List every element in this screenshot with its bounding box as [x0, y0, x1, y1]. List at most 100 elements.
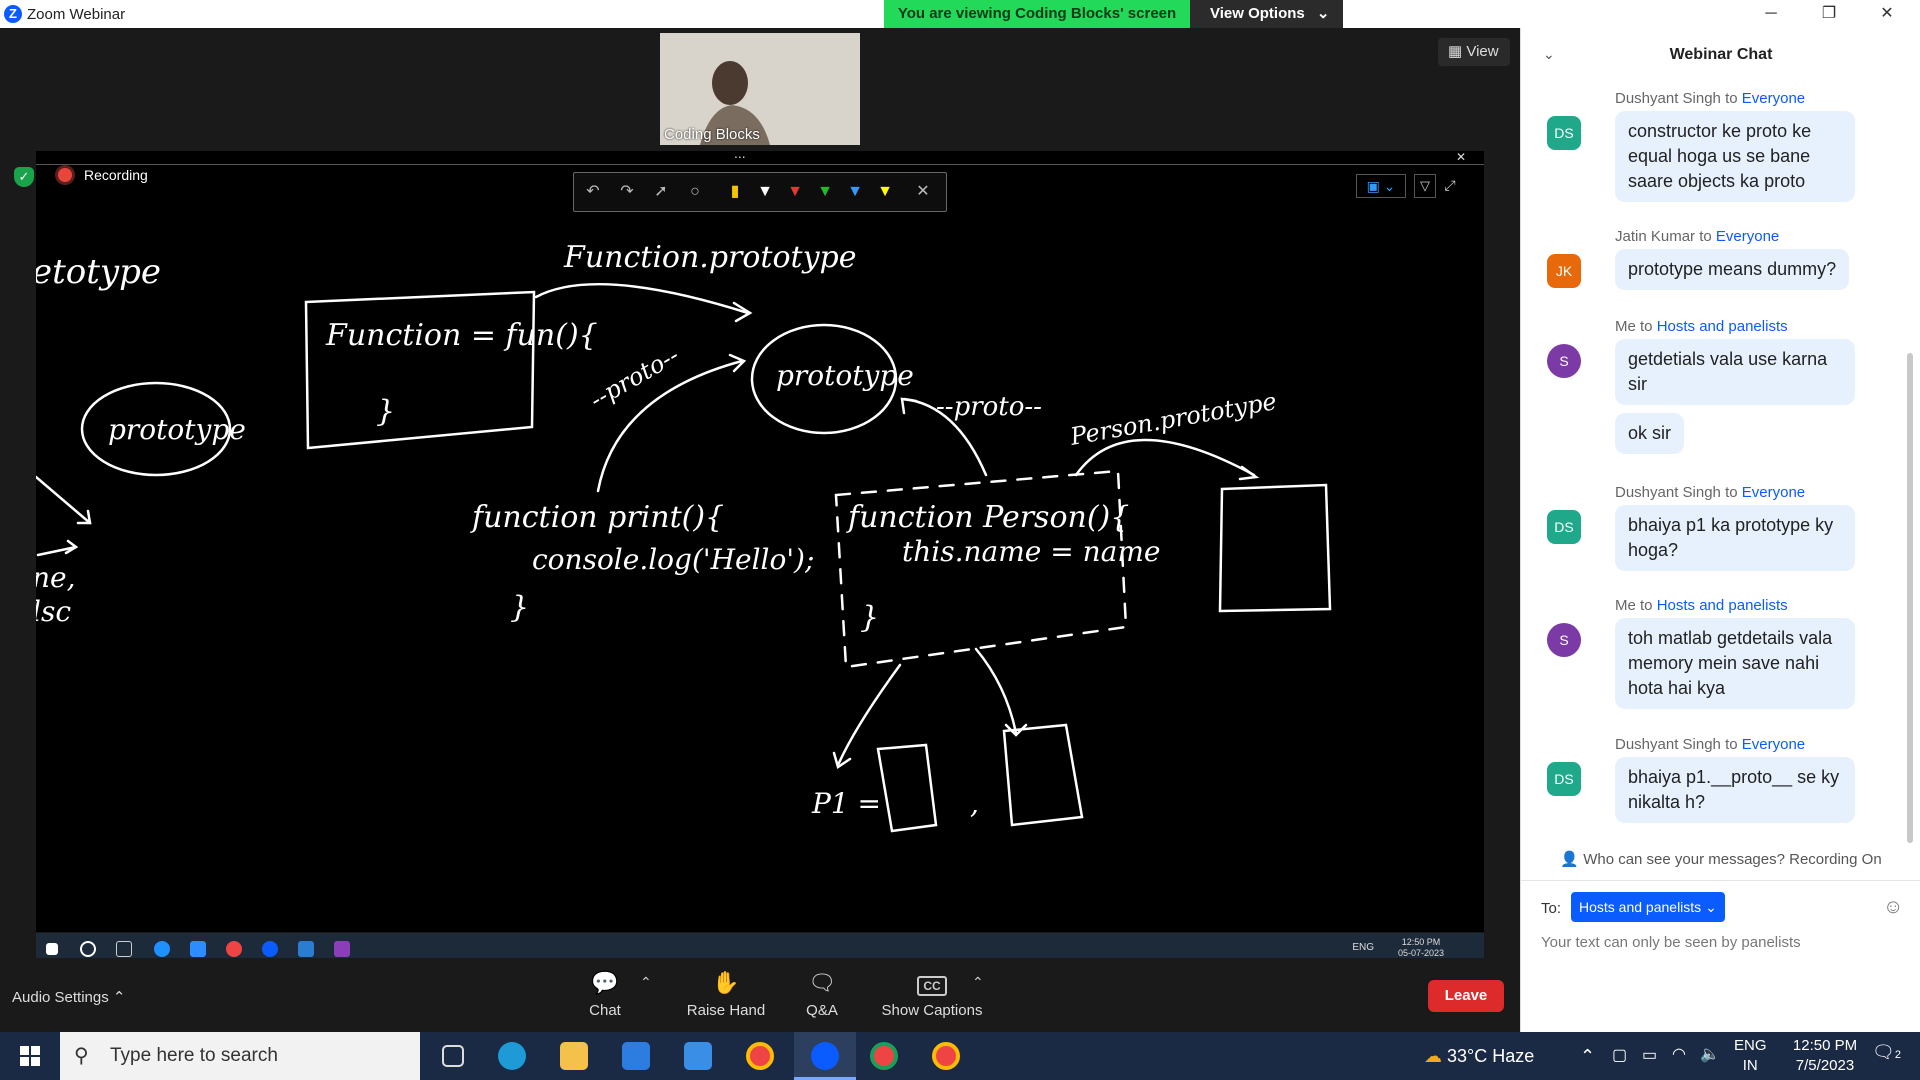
shared-screen: etotype Function.prototype Function = fu… [36, 165, 1484, 932]
to-word: to [1635, 318, 1657, 335]
to-word: to [1695, 228, 1716, 245]
file-explorer-icon[interactable] [560, 1042, 588, 1070]
clock-date: 7/5/2023 [1795, 1057, 1855, 1074]
recipient: Hosts and panelists [1656, 597, 1788, 614]
pen-green-icon[interactable]: ▼ [814, 181, 836, 203]
notification-icon[interactable]: 🗨2 [1872, 1042, 1901, 1063]
sender-name: Dushyant Singh [1615, 736, 1721, 753]
weather-widget[interactable]: ☁ 33°C Haze [1424, 1046, 1534, 1067]
edge-icon[interactable] [498, 1042, 526, 1070]
hand-icon: ✋ [712, 970, 740, 995]
view-label: View [1466, 43, 1499, 60]
chrome-profile-icon[interactable] [870, 1042, 898, 1070]
tray-chevron-icon[interactable]: ⌃ [1580, 1046, 1595, 1067]
share-close-icon[interactable]: ✕ [1456, 150, 1466, 164]
divider [1521, 880, 1920, 881]
redo-icon[interactable]: ↷ [616, 181, 638, 203]
video-thumbnail[interactable]: Coding Blocks [660, 33, 860, 145]
chat-label: Chat [589, 1002, 621, 1019]
taskbar-search-input[interactable]: ⚲ Type here to search [60, 1032, 420, 1080]
leave-button[interactable]: Leave [1428, 980, 1504, 1012]
filter-icon[interactable]: ▽ [1414, 174, 1436, 198]
audio-settings-button[interactable]: Audio Settings ⌃ [12, 988, 125, 1006]
chevron-up-icon: ⌃ [112, 989, 126, 1006]
pen-red-icon[interactable]: ▼ [784, 181, 806, 203]
webinar-chat-panel: ⌄ Webinar Chat Dushyant Singh to Everyon… [1520, 28, 1920, 1032]
annotation-toolbar: ↶ ↷ ➚ ○ ▮ ▼ ▼ ▼ ▼ ▼ ✕ [573, 172, 947, 212]
show-captions-button[interactable]: CC Show Captions [878, 970, 986, 1019]
share-top-bar: ... ✕ [36, 145, 1484, 165]
undo-icon[interactable]: ↶ [582, 181, 604, 203]
recipient: Everyone [1741, 484, 1806, 501]
share-controls: ▣ ⌄ ▽ ⤢ [1356, 174, 1456, 198]
windows-start-icon[interactable] [20, 1046, 40, 1066]
wb-text: --proto-- [936, 392, 1042, 422]
restore-button[interactable]: ❐ [1806, 2, 1852, 26]
start-icon [46, 943, 58, 955]
edge-icon [154, 941, 170, 957]
message-sender: Dushyant Singh to Everyone [1615, 736, 1887, 753]
chat-icon: 💬 [591, 970, 619, 995]
highlighter-yellow-icon[interactable]: ▼ [874, 181, 896, 203]
message-sender: Jatin Kumar to Everyone [1615, 228, 1887, 245]
chat-message: Jatin Kumar to Everyone JK prototype mea… [1547, 228, 1887, 298]
pen-white-icon[interactable]: ▼ [754, 181, 776, 203]
pointer-icon[interactable]: ➚ [650, 181, 672, 203]
view-options-button[interactable]: View Options ⌄ [1190, 0, 1343, 28]
language-indicator[interactable]: ENG IN [1734, 1036, 1767, 1076]
to-label: To: [1541, 900, 1562, 917]
taskview-icon[interactable] [442, 1045, 464, 1067]
mail-icon[interactable] [684, 1042, 712, 1070]
avatar: S [1547, 623, 1581, 657]
recording-label: Recording [84, 167, 148, 183]
close-icon[interactable]: ✕ [912, 181, 934, 203]
chat-scrollbar[interactable] [1907, 353, 1913, 843]
zoom-taskbar-item[interactable] [794, 1032, 856, 1080]
inner-time: 12:50 PM [1401, 937, 1441, 947]
wb-text: --proto-- [585, 341, 684, 414]
minimize-button[interactable]: ─ [1748, 2, 1794, 26]
qa-label: Q&A [806, 1002, 838, 1019]
avatar: DS [1547, 762, 1581, 796]
page-selector-icon[interactable]: ▣ ⌄ [1356, 174, 1406, 198]
message-sender: Dushyant Singh to Everyone [1615, 484, 1887, 501]
cc-icon: CC [878, 970, 986, 998]
emoji-icon[interactable]: ☺ [1883, 896, 1903, 919]
sender-name: Me [1615, 597, 1636, 614]
meet-now-icon[interactable]: ▢ [1612, 1045, 1627, 1065]
security-shield-icon[interactable]: ✓ [14, 167, 34, 187]
chat-button[interactable]: 💬 Chat [580, 970, 630, 1019]
qa-button[interactable]: 🗨 Q&A [800, 970, 844, 1019]
store-icon[interactable] [622, 1042, 650, 1070]
search-icon[interactable]: ○ [684, 181, 706, 203]
chrome-icon[interactable] [746, 1042, 774, 1070]
volume-icon[interactable]: 🔈 [1700, 1044, 1720, 1064]
zoom-icon [262, 941, 278, 957]
more-dots-button[interactable]: ... [734, 145, 746, 161]
chevron-up-icon[interactable]: ⌃ [972, 974, 984, 991]
raise-hand-button[interactable]: ✋ Raise Hand [676, 970, 776, 1019]
arrow-line [36, 475, 92, 525]
chevron-up-icon[interactable]: ⌃ [640, 974, 652, 991]
view-options-label: View Options [1210, 5, 1305, 22]
zoom-logo-icon: Z [4, 5, 22, 23]
wb-text: } [860, 600, 879, 635]
clock-time: 12:50 PM [1792, 1037, 1858, 1054]
taskbar-clock[interactable]: 12:50 PM 7/5/2023 [1780, 1036, 1870, 1076]
view-button[interactable]: ▦ View [1438, 38, 1510, 66]
who-can-see-link[interactable]: 👤 Who can see your messages? Recording O… [1521, 850, 1920, 868]
search-placeholder: Type here to search [110, 1045, 278, 1066]
expand-icon[interactable]: ⤢ [1442, 174, 1458, 198]
battery-icon[interactable]: ▭ [1642, 1045, 1657, 1065]
chrome-profile-icon[interactable] [932, 1042, 960, 1070]
pen-blue-icon[interactable]: ▼ [844, 181, 866, 203]
search-icon [80, 941, 96, 957]
marker-icon[interactable]: ▮ [724, 181, 746, 203]
message-bubble: toh matlab getdetails vala memory mein s… [1615, 618, 1855, 709]
recipient-select[interactable]: Hosts and panelists ⌄ [1571, 892, 1725, 922]
to-word: to [1720, 90, 1742, 107]
wifi-icon[interactable]: ◠ [1672, 1044, 1686, 1064]
message-bubble: ok sir [1615, 413, 1685, 454]
chat-input[interactable]: Your text can only be seen by panelists [1541, 934, 1801, 951]
close-button[interactable]: ✕ [1864, 2, 1910, 26]
